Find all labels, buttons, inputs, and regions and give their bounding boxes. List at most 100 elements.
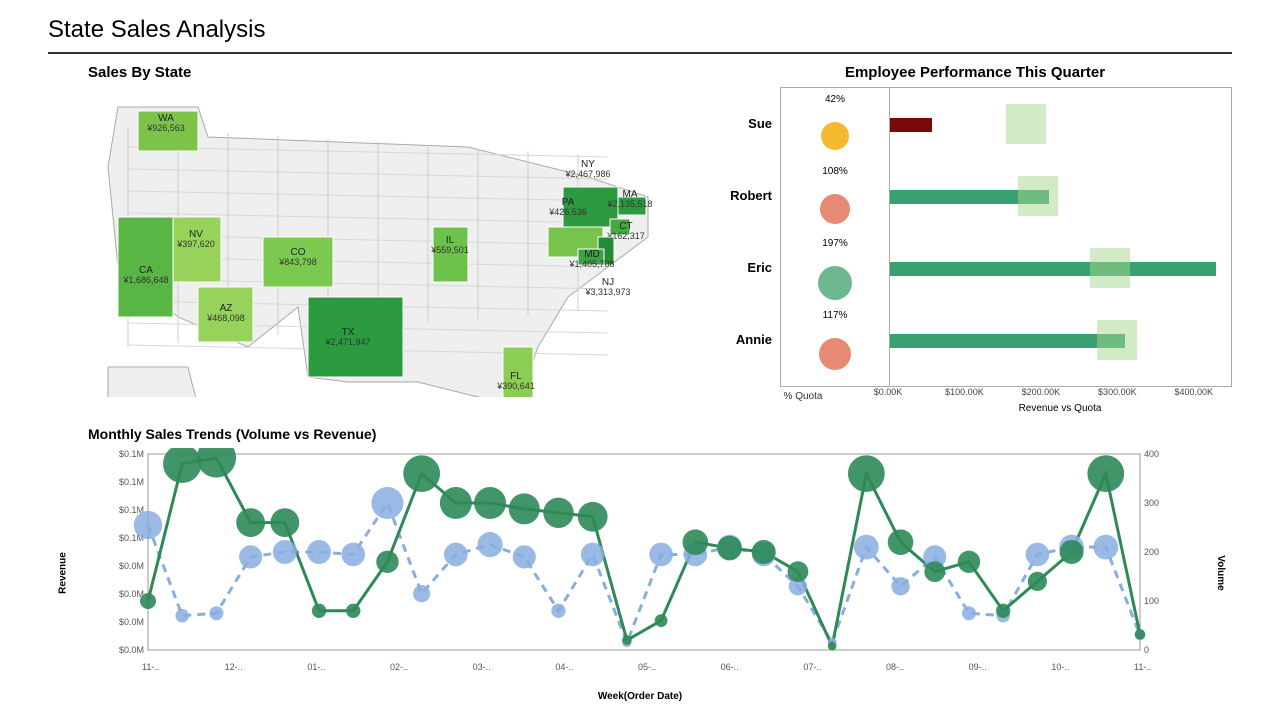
quota-column: 42%108%197%117% <box>780 87 889 387</box>
revenue-point[interactable] <box>163 448 201 483</box>
revenue-point[interactable] <box>996 604 1010 618</box>
x-tick: 03-.. <box>473 662 491 672</box>
volume-point[interactable] <box>307 540 331 564</box>
quota-target-marker <box>1090 248 1130 288</box>
revenue-point[interactable] <box>543 498 573 528</box>
x-tick: 09-.. <box>969 662 987 672</box>
map-panel: Sales By State WA¥926,563CA¥1,686,648NV¥… <box>48 64 658 414</box>
volume-point[interactable] <box>513 545 536 568</box>
revenue-cell <box>890 160 1231 232</box>
x-tick: 10-.. <box>1051 662 1069 672</box>
volume-point[interactable] <box>891 577 909 595</box>
revenue-axis: $0.00K$100.00K$200.00K$300.00K$400.00K R… <box>888 387 1232 414</box>
revenue-point[interactable] <box>752 540 776 564</box>
volume-point[interactable] <box>341 543 365 567</box>
state-NV[interactable] <box>173 217 221 282</box>
revenue-point[interactable] <box>717 536 742 561</box>
quota-cell: 197% <box>781 232 889 304</box>
volume-point[interactable] <box>371 487 403 519</box>
trend-wrap: Revenue Volume $0.0M$0.0M$0.0M$0.0M$0.1M… <box>48 448 1232 698</box>
revenue-point[interactable] <box>1060 540 1084 564</box>
revenue-point[interactable] <box>140 593 156 609</box>
volume-point[interactable] <box>413 585 430 602</box>
state-value: ¥3,313,973 <box>584 287 630 297</box>
revenue-point[interactable] <box>236 508 265 537</box>
quota-dot <box>819 338 851 370</box>
revenue-bar[interactable] <box>890 118 932 132</box>
revenue-point[interactable] <box>1135 629 1146 640</box>
revenue-point[interactable] <box>828 642 837 651</box>
employee-name: Sue <box>718 87 778 159</box>
employee-panel: Employee Performance This Quarter SueRob… <box>718 64 1232 414</box>
revenue-tick: $100.00K <box>945 387 984 397</box>
quota-cell: 108% <box>781 160 889 232</box>
volume-point[interactable] <box>1026 543 1050 567</box>
x-tick: 06-.. <box>721 662 739 672</box>
quota-pct: 197% <box>781 238 889 249</box>
state-value: ¥1,686,648 <box>122 275 168 285</box>
revenue-point[interactable] <box>440 487 472 519</box>
revenue-point[interactable] <box>1087 455 1124 492</box>
state-value: ¥426,536 <box>548 207 587 217</box>
revenue-bar[interactable] <box>890 262 1216 276</box>
volume-point[interactable] <box>273 540 297 564</box>
quota-cell: 117% <box>781 304 889 376</box>
revenue-point[interactable] <box>924 561 945 582</box>
yl-tick: $0.1M <box>119 477 144 487</box>
revenue-point[interactable] <box>197 448 236 478</box>
revenue-point[interactable] <box>958 551 980 573</box>
quota-pct: 117% <box>781 310 889 321</box>
yl-tick: $0.0M <box>119 617 144 627</box>
x-tick: 07-.. <box>803 662 821 672</box>
volume-point[interactable] <box>1093 535 1118 560</box>
state-value: ¥1,405,708 <box>568 259 614 269</box>
revenue-point[interactable] <box>655 614 668 627</box>
volume-point[interactable] <box>209 606 223 620</box>
state-value: ¥2,135,518 <box>606 199 652 209</box>
trend-yl-label: Revenue <box>57 552 68 594</box>
revenue-point[interactable] <box>788 561 809 582</box>
revenue-point[interactable] <box>474 487 506 519</box>
revenue-point[interactable] <box>346 604 360 618</box>
volume-point[interactable] <box>134 511 162 539</box>
volume-point[interactable] <box>444 543 468 567</box>
revenue-point[interactable] <box>1028 572 1047 591</box>
trend-xlabel: Week(Order Date) <box>48 691 1232 702</box>
revenue-bar[interactable] <box>890 334 1125 348</box>
volume-point[interactable] <box>581 543 605 567</box>
revenue-point[interactable] <box>403 455 440 492</box>
volume-point[interactable] <box>239 545 262 568</box>
revenue-cell <box>890 232 1231 304</box>
revenue-point[interactable] <box>622 635 632 645</box>
revenue-point[interactable] <box>578 502 608 532</box>
x-tick: 01-.. <box>307 662 325 672</box>
revenue-cell <box>890 88 1231 160</box>
state-value: ¥468,098 <box>206 313 245 323</box>
quota-axis-label: % Quota <box>718 391 888 414</box>
revenue-point[interactable] <box>509 493 540 524</box>
volume-point[interactable] <box>854 535 879 560</box>
revenue-tick: $300.00K <box>1098 387 1137 397</box>
revenue-point[interactable] <box>888 529 914 555</box>
revenue-point[interactable] <box>270 508 299 537</box>
volume-point[interactable] <box>551 604 565 618</box>
state-value: ¥559,501 <box>430 245 469 255</box>
x-tick: 08-.. <box>886 662 904 672</box>
revenue-point[interactable] <box>376 551 398 573</box>
volume-point[interactable] <box>649 543 673 567</box>
revenue-point[interactable] <box>683 529 709 555</box>
state-value: ¥926,563 <box>146 123 185 133</box>
x-tick: 12-.. <box>225 662 243 672</box>
state-value: ¥2,467,986 <box>564 169 610 179</box>
volume-point[interactable] <box>175 609 189 623</box>
quota-pct: 108% <box>781 166 889 177</box>
volume-point[interactable] <box>477 532 502 557</box>
state-value: ¥843,798 <box>278 257 317 267</box>
yr-tick: 200 <box>1144 547 1159 557</box>
quota-target-marker <box>1006 104 1046 144</box>
top-row: Sales By State WA¥926,563CA¥1,686,648NV¥… <box>48 64 1232 414</box>
revenue-point[interactable] <box>312 604 326 618</box>
volume-point[interactable] <box>962 606 976 620</box>
revenue-point[interactable] <box>848 455 885 492</box>
yl-tick: $0.0M <box>119 561 144 571</box>
